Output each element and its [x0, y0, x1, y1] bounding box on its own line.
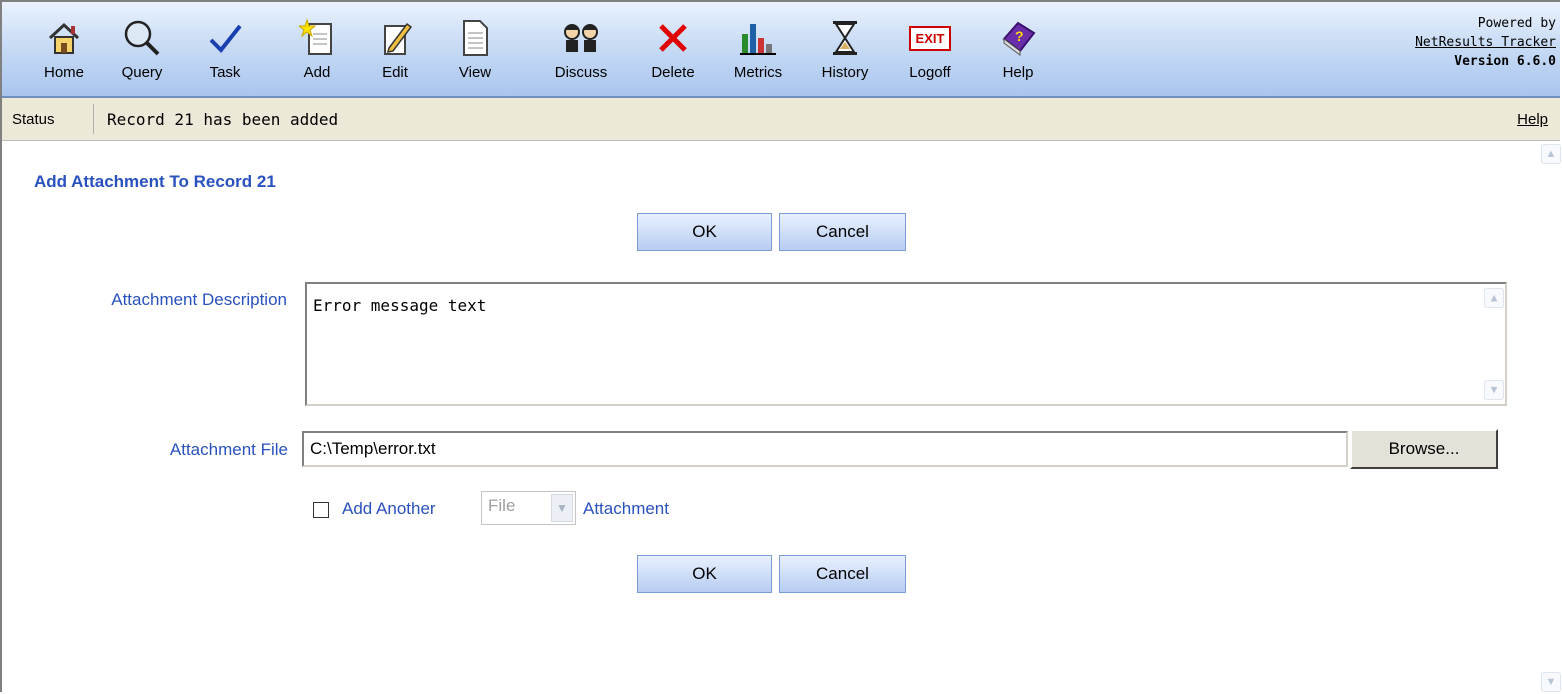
ok-button-top[interactable]: OK — [637, 213, 772, 251]
page-scrollbar[interactable]: ▲ ▼ — [1540, 142, 1561, 694]
logoff-label: Logoff — [909, 64, 951, 81]
powered-by-block: Powered by NetResults Tracker Version 6.… — [1415, 14, 1556, 71]
help-book-icon: ? — [986, 18, 1050, 58]
edit-label: Edit — [382, 64, 408, 81]
textarea-scroll-down-icon[interactable]: ▼ — [1484, 380, 1504, 400]
cancel-button-bottom[interactable]: Cancel — [779, 555, 906, 593]
add-label: Add — [303, 64, 331, 81]
description-label: Attachment Description — [111, 290, 287, 309]
logoff-button[interactable]: EXIT Logoff — [898, 10, 962, 88]
description-textarea[interactable]: Error message text ▲ ▼ — [305, 282, 1507, 406]
main-toolbar: Home Query Task Add Edit View Discuss De… — [2, 2, 1560, 98]
magnifier-icon — [110, 18, 174, 58]
version-text: Version 6.6.0 — [1454, 54, 1556, 69]
bar-chart-icon — [726, 18, 790, 58]
status-label: Status — [12, 111, 55, 128]
ok-button-bottom[interactable]: OK — [637, 555, 772, 593]
delete-label: Delete — [651, 64, 695, 81]
product-link[interactable]: NetResults Tracker — [1415, 33, 1556, 52]
status-help-link[interactable]: Help — [1517, 111, 1548, 128]
hourglass-icon — [813, 18, 877, 58]
query-label: Query — [121, 64, 163, 81]
file-path-input[interactable]: C:\Temp\error.txt — [302, 431, 1348, 467]
add-another-label: Add Another — [342, 499, 436, 518]
chevron-down-icon[interactable]: ▼ — [551, 494, 573, 522]
status-message: Record 21 has been added — [107, 110, 339, 129]
attachment-suffix-label: Attachment — [583, 499, 669, 518]
metrics-label: Metrics — [733, 64, 783, 81]
cancel-button-top[interactable]: Cancel — [779, 213, 906, 251]
attachment-type-value: File — [488, 496, 516, 515]
home-icon — [32, 18, 96, 58]
query-button[interactable]: Query — [110, 10, 174, 88]
task-button[interactable]: Task — [193, 10, 257, 88]
attachment-type-select[interactable]: File ▼ — [481, 491, 576, 525]
textarea-scroll-up-icon[interactable]: ▲ — [1484, 288, 1504, 308]
checkmark-icon — [193, 18, 257, 58]
add-button[interactable]: Add — [285, 10, 349, 88]
discuss-label: Discuss — [554, 64, 608, 81]
help-toolbar-label: Help — [1002, 64, 1034, 81]
discuss-button[interactable]: Discuss — [549, 10, 613, 88]
scroll-up-icon[interactable]: ▲ — [1541, 144, 1561, 164]
view-button[interactable]: View — [443, 10, 507, 88]
task-label: Task — [209, 64, 241, 81]
textarea-scrollbar[interactable]: ▲ ▼ — [1483, 286, 1504, 402]
new-document-icon — [285, 18, 349, 58]
status-bar: Status Record 21 has been added Help — [2, 98, 1560, 141]
people-icon — [549, 18, 613, 58]
scroll-down-icon[interactable]: ▼ — [1541, 672, 1561, 692]
file-label: Attachment File — [169, 440, 288, 459]
delete-button[interactable]: Delete — [641, 10, 705, 88]
exit-sign-icon: EXIT — [898, 18, 962, 58]
pencil-icon — [363, 18, 427, 58]
edit-button[interactable]: Edit — [363, 10, 427, 88]
metrics-button[interactable]: Metrics — [726, 10, 790, 88]
status-divider — [93, 104, 94, 134]
home-label: Home — [43, 64, 84, 81]
browse-button[interactable]: Browse... — [1350, 429, 1498, 469]
home-button[interactable]: Home — [32, 10, 96, 88]
red-x-icon — [641, 18, 705, 58]
document-icon — [443, 18, 507, 58]
exit-sign-text: EXIT — [908, 25, 952, 51]
description-value: Error message text — [313, 296, 487, 315]
history-label: History — [821, 64, 869, 81]
add-another-checkbox[interactable] — [313, 502, 329, 518]
page-title: Add Attachment To Record 21 — [34, 172, 276, 191]
svg-text:?: ? — [1015, 28, 1024, 44]
view-label: View — [458, 64, 492, 81]
history-button[interactable]: History — [813, 10, 877, 88]
help-toolbar-button[interactable]: ? Help — [986, 10, 1050, 88]
powered-by-text: Powered by — [1477, 16, 1556, 31]
